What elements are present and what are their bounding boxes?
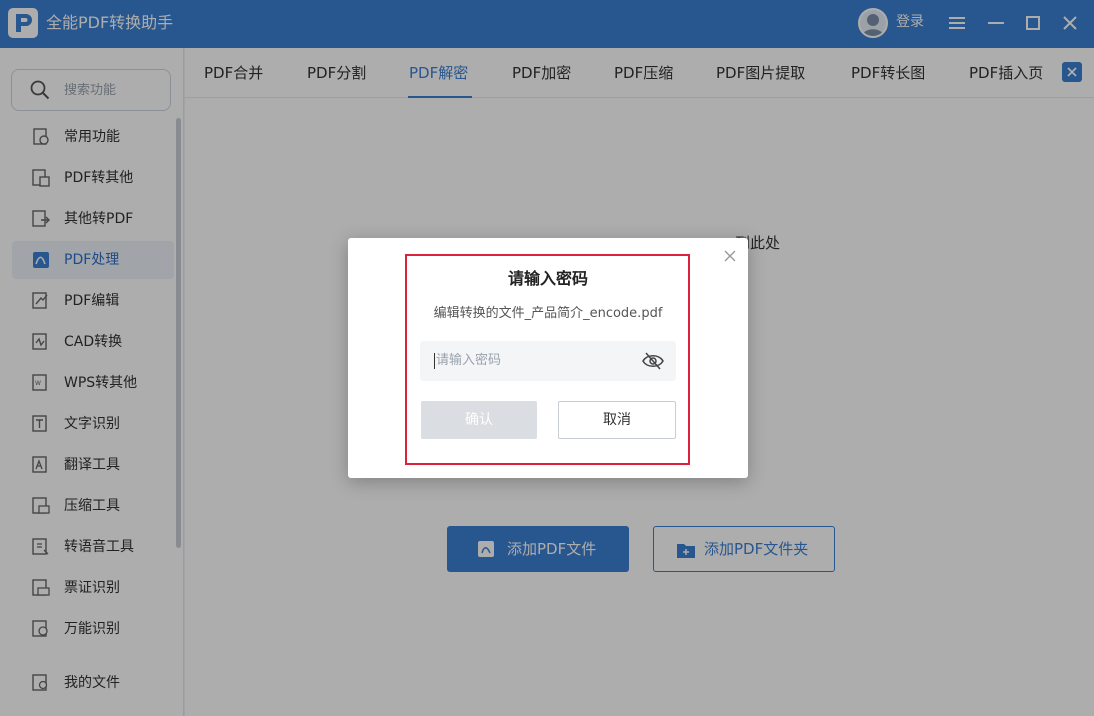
password-dialog: 请输入密码 编辑转换的文件_产品简介_encode.pdf 请输入密码 确认 取… <box>348 238 748 478</box>
text-caret <box>434 353 435 369</box>
password-placeholder: 请输入密码 <box>436 353 502 368</box>
dialog-filename: 编辑转换的文件_产品简介_encode.pdf <box>433 306 663 321</box>
confirm-button[interactable]: 确认 <box>421 401 537 439</box>
dialog-close-icon[interactable] <box>720 246 740 266</box>
dialog-title: 请输入密码 <box>507 269 588 288</box>
cancel-button[interactable]: 取消 <box>558 401 676 439</box>
password-input[interactable]: 请输入密码 <box>420 341 676 381</box>
eye-off-icon[interactable] <box>642 351 664 375</box>
